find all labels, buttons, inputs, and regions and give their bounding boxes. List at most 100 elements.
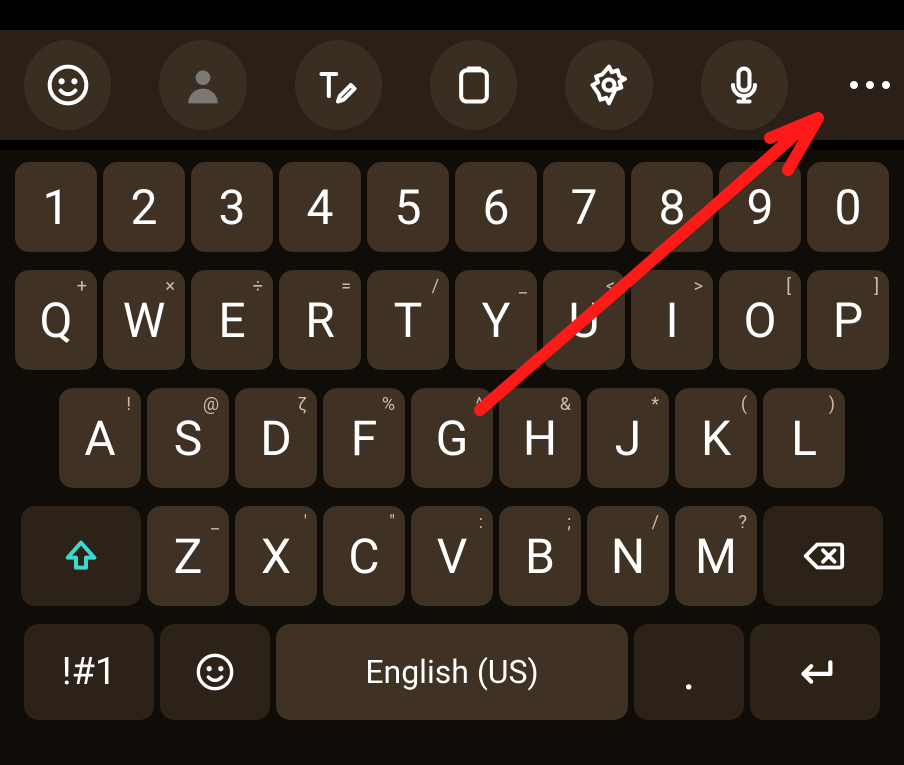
key-label: E <box>218 292 245 349</box>
key-label: S <box>174 410 203 467</box>
key-0[interactable]: 0 <box>807 162 889 252</box>
key-secondary: ζ <box>298 394 307 415</box>
key-d[interactable]: ζD <box>235 388 317 488</box>
dot-icon <box>850 81 858 89</box>
key-5[interactable]: 5 <box>367 162 449 252</box>
key-6[interactable]: 6 <box>455 162 537 252</box>
key-t[interactable]: /T <box>367 270 449 370</box>
key-label: Z <box>174 528 203 585</box>
key-secondary: ? <box>738 512 747 533</box>
key-label: K <box>701 410 731 467</box>
space-key[interactable]: English (US) <box>276 624 628 720</box>
key-label: I <box>665 292 678 349</box>
key-secondary: * <box>651 394 659 415</box>
voice-input-button[interactable] <box>701 40 788 130</box>
text-edit-button[interactable] <box>295 40 382 130</box>
key-label: U <box>568 292 599 349</box>
key-3[interactable]: 3 <box>191 162 273 252</box>
key-secondary: ' <box>304 512 307 533</box>
key-2[interactable]: 2 <box>103 162 185 252</box>
key-9[interactable]: 9 <box>719 162 801 252</box>
more-options-button[interactable] <box>836 40 904 130</box>
key-f[interactable]: %F <box>323 388 405 488</box>
key-r[interactable]: =R <box>279 270 361 370</box>
settings-button[interactable] <box>565 40 652 130</box>
key-v[interactable]: :V <box>411 506 493 606</box>
avatar-sticker-button[interactable] <box>159 40 246 130</box>
backspace-icon <box>800 533 846 579</box>
key-secondary: = <box>341 276 351 297</box>
key-i[interactable]: >I <box>631 270 713 370</box>
shift-icon <box>61 536 101 576</box>
key-u[interactable]: <U <box>543 270 625 370</box>
symbols-key[interactable]: !#1 <box>24 624 154 720</box>
emoji-button[interactable] <box>24 40 111 130</box>
key-n[interactable]: /N <box>587 506 669 606</box>
smiley-icon <box>195 652 235 692</box>
key-label: R <box>305 292 335 349</box>
key-j[interactable]: *J <box>587 388 669 488</box>
key-p[interactable]: ]P <box>807 270 889 370</box>
key-s[interactable]: @S <box>147 388 229 488</box>
qwerty-row: +Q ×W ÷E =R /T _Y <U >I [O ]P <box>0 270 904 370</box>
zxcv-row: _Z 'X "C :V ;B /N ?M <box>0 506 904 606</box>
key-z[interactable]: _Z <box>147 506 229 606</box>
key-8[interactable]: 8 <box>631 162 713 252</box>
key-label: N <box>611 528 645 585</box>
key-l[interactable]: )L <box>763 388 845 488</box>
key-secondary: ) <box>829 394 835 415</box>
key-7[interactable]: 7 <box>543 162 625 252</box>
key-y[interactable]: _Y <box>455 270 537 370</box>
key-x[interactable]: 'X <box>235 506 317 606</box>
key-secondary: × <box>165 276 175 297</box>
key-secondary: @ <box>203 394 219 415</box>
key-1[interactable]: 1 <box>15 162 97 252</box>
key-label: L <box>791 410 817 467</box>
key-e[interactable]: ÷E <box>191 270 273 370</box>
dot-icon <box>882 81 890 89</box>
key-label: X <box>261 528 291 585</box>
key-label: B <box>525 528 555 585</box>
mic-icon <box>722 63 766 107</box>
shift-key[interactable] <box>21 506 141 606</box>
key-c[interactable]: "C <box>323 506 405 606</box>
key-label: F <box>351 410 378 467</box>
key-label: C <box>348 528 379 585</box>
key-h[interactable]: &H <box>499 388 581 488</box>
key-a[interactable]: !A <box>59 388 141 488</box>
bottom-row: !#1 English (US) . <box>0 624 904 720</box>
key-g[interactable]: ^G <box>411 388 493 488</box>
key-secondary: & <box>560 394 571 415</box>
key-secondary: > <box>694 276 703 297</box>
key-secondary: " <box>389 512 395 533</box>
key-b[interactable]: ;B <box>499 506 581 606</box>
gear-icon <box>587 63 631 107</box>
key-secondary: + <box>77 276 87 297</box>
key-secondary: _ <box>519 276 527 297</box>
key-q[interactable]: +Q <box>15 270 97 370</box>
key-k[interactable]: (K <box>675 388 757 488</box>
key-label: P <box>833 292 863 349</box>
avatar-icon <box>181 63 225 107</box>
key-o[interactable]: [O <box>719 270 801 370</box>
key-label: O <box>743 292 776 349</box>
enter-key[interactable] <box>750 624 880 720</box>
text-edit-icon <box>316 63 360 107</box>
key-label: D <box>260 410 292 467</box>
period-key[interactable]: . <box>634 624 744 720</box>
key-4[interactable]: 4 <box>279 162 361 252</box>
key-secondary: / <box>432 276 439 297</box>
backspace-key[interactable] <box>763 506 883 606</box>
key-w[interactable]: ×W <box>103 270 185 370</box>
key-secondary: ^ <box>475 394 483 415</box>
key-secondary: / <box>652 512 659 533</box>
key-secondary: : <box>479 512 483 533</box>
key-secondary: ! <box>126 394 131 415</box>
clipboard-button[interactable] <box>430 40 517 130</box>
key-label: T <box>394 292 423 349</box>
key-secondary: [ <box>786 276 791 297</box>
key-label: M <box>695 528 737 585</box>
number-row: 1 2 3 4 5 6 7 8 9 0 <box>0 162 904 252</box>
emoji-key[interactable] <box>160 624 270 720</box>
key-m[interactable]: ?M <box>675 506 757 606</box>
